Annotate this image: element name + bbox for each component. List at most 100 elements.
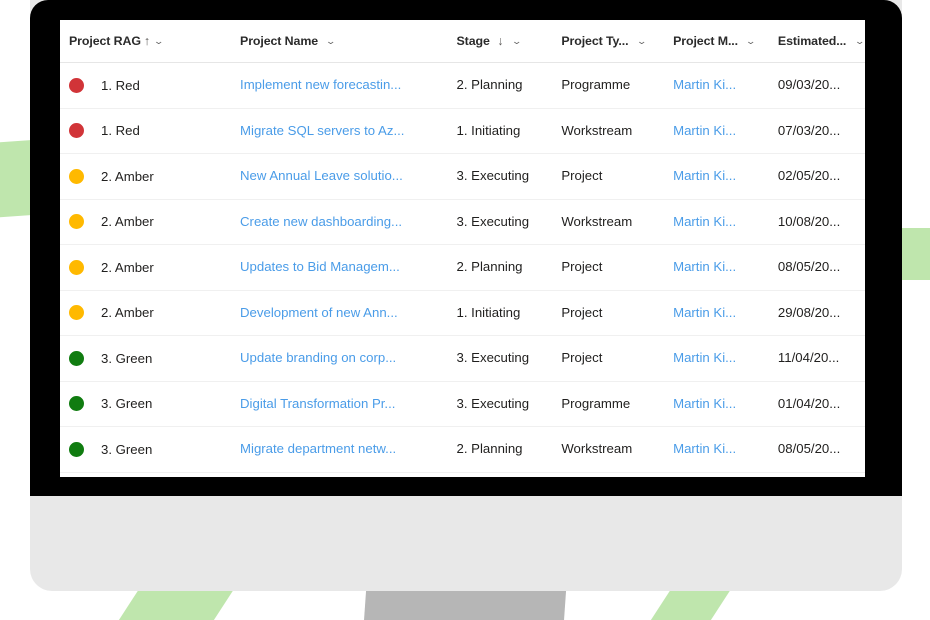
chevron-down-icon[interactable]: ⌄ bbox=[746, 36, 757, 47]
cell-project-manager[interactable]: Martin Ki... bbox=[673, 167, 778, 185]
project-type-value: Workstream bbox=[561, 441, 633, 457]
cell-project-rag: 3. Green bbox=[69, 396, 240, 412]
table-row[interactable]: 2. Amber New Annual Leave solutio... 3. Ex… bbox=[60, 154, 865, 200]
cell-estimated-date: 29/08/20... bbox=[778, 304, 865, 322]
cell-estimated-date: 07/03/20... bbox=[778, 122, 865, 140]
project-manager-link[interactable]: Martin Ki... bbox=[673, 168, 736, 183]
rag-status-dot-icon bbox=[69, 168, 84, 184]
estimated-date-value: 10/08/20... bbox=[777, 213, 841, 229]
chevron-down-icon[interactable]: ⌄ bbox=[326, 36, 337, 47]
sort-ascending-icon[interactable]: ↑ bbox=[144, 34, 150, 48]
table-row[interactable]: 1. Red Migrate SQL servers to Az... 1. Ini… bbox=[60, 109, 865, 154]
project-name-link[interactable]: Updates to Bid Managem... bbox=[240, 259, 400, 274]
cell-stage: 3. Executing bbox=[457, 349, 562, 367]
cell-project-manager[interactable]: Martin Ki... bbox=[673, 304, 778, 322]
cell-project-type: Project bbox=[561, 304, 673, 322]
rag-label: 2. Amber bbox=[101, 305, 154, 321]
table-row[interactable]: 3. Green Update branding on corp... 3. Exe… bbox=[60, 336, 865, 382]
cell-project-name[interactable]: Development of new Ann... bbox=[240, 304, 456, 322]
chevron-down-icon[interactable]: ⌄ bbox=[854, 36, 865, 47]
column-header-label: Project Ty... bbox=[561, 34, 629, 48]
project-manager-link[interactable]: Martin Ki... bbox=[673, 123, 736, 138]
cell-estimated-date: 09/03/20... bbox=[778, 76, 865, 94]
project-name-link[interactable]: Migrate SQL servers to Az... bbox=[240, 123, 404, 138]
table-row[interactable]: 3. Green Migrate department netw... 2. Pla… bbox=[60, 427, 865, 473]
table-row[interactable]: 1. Red Implement new forecastin... 2. Plan… bbox=[60, 63, 865, 109]
cell-project-name[interactable]: Update branding on corp... bbox=[240, 349, 456, 367]
cell-project-type: Project bbox=[561, 349, 673, 367]
rag-label: 3. Green bbox=[101, 350, 153, 366]
project-manager-link[interactable]: Martin Ki... bbox=[673, 396, 736, 411]
cell-project-type: Workstream bbox=[561, 440, 673, 458]
rag-status-dot-icon bbox=[69, 350, 84, 366]
project-manager-link[interactable]: Martin Ki... bbox=[673, 259, 736, 274]
column-header-project-manager[interactable]: Project M... ⌄ bbox=[673, 32, 778, 50]
cell-project-rag: 2. Amber bbox=[69, 259, 240, 275]
column-header-estimated-date[interactable]: Estimated... ⌄ bbox=[778, 32, 865, 50]
cell-project-rag: 1. Red bbox=[69, 77, 240, 93]
estimated-date-value: 07/03/20... bbox=[777, 122, 841, 138]
project-name-link[interactable]: Migrate department netw... bbox=[240, 441, 396, 456]
rag-status-dot-icon bbox=[69, 305, 84, 321]
cell-project-name[interactable]: Create new dashboarding... bbox=[240, 213, 456, 231]
cell-project-name[interactable]: Digital Transformation Pr... bbox=[240, 395, 456, 413]
project-manager-link[interactable]: Martin Ki... bbox=[673, 77, 736, 92]
table-row[interactable]: 2. Amber Create new dashboarding... 3. Exe… bbox=[60, 200, 865, 245]
cell-project-manager[interactable]: Martin Ki... bbox=[673, 122, 778, 140]
estimated-date-value: 29/08/20... bbox=[777, 304, 841, 320]
column-header-project-rag[interactable]: Project RAG ↑ ⌄ bbox=[69, 34, 240, 48]
project-manager-link[interactable]: Martin Ki... bbox=[673, 214, 736, 229]
project-type-value: Programme bbox=[561, 77, 631, 93]
project-name-link[interactable]: New Annual Leave solutio... bbox=[240, 168, 403, 183]
cell-project-rag: 3. Green bbox=[69, 350, 240, 366]
chevron-down-icon[interactable]: ⌄ bbox=[511, 36, 522, 47]
rag-status-dot-icon bbox=[69, 441, 84, 457]
rag-label: 1. Red bbox=[101, 123, 140, 139]
column-header-project-name[interactable]: Project Name ⌄ bbox=[240, 32, 456, 50]
table-row[interactable]: 2. Amber Updates to Bid Managem... 2. Plan… bbox=[60, 245, 865, 291]
rag-label: 3. Green bbox=[101, 441, 153, 457]
grid-header-row: Project RAG ↑ ⌄ Project Name ⌄ Stage ↓ ⌄… bbox=[60, 20, 865, 63]
cell-project-manager[interactable]: Martin Ki... bbox=[673, 76, 778, 94]
project-name-link[interactable]: Development of new Ann... bbox=[240, 305, 398, 320]
stage-value: 2. Planning bbox=[456, 77, 523, 93]
column-header-project-type[interactable]: Project Ty... ⌄ bbox=[561, 32, 673, 50]
cell-stage: 2. Planning bbox=[457, 258, 562, 276]
table-row[interactable]: 3. Green Digital Transformation Pr... 3. E… bbox=[60, 382, 865, 427]
estimated-date-value: 09/03/20... bbox=[777, 77, 841, 93]
cell-project-manager[interactable]: Martin Ki... bbox=[673, 258, 778, 276]
monitor-stand bbox=[363, 591, 567, 620]
cell-stage: 2. Planning bbox=[457, 76, 562, 94]
table-row[interactable]: 2. Amber Development of new Ann... 1. Init… bbox=[60, 291, 865, 336]
project-manager-link[interactable]: Martin Ki... bbox=[673, 305, 736, 320]
cell-project-manager[interactable]: Martin Ki... bbox=[673, 395, 778, 413]
cell-project-name[interactable]: Implement new forecastin... bbox=[240, 76, 456, 94]
cell-stage: 3. Executing bbox=[457, 395, 562, 413]
column-header-label: Project RAG bbox=[69, 34, 141, 48]
cell-project-name[interactable]: Migrate department netw... bbox=[240, 440, 456, 458]
cell-project-name[interactable]: Migrate SQL servers to Az... bbox=[240, 122, 456, 140]
cell-project-manager[interactable]: Martin Ki... bbox=[673, 440, 778, 458]
column-header-stage[interactable]: Stage ↓ ⌄ bbox=[457, 32, 562, 50]
stage-value: 3. Executing bbox=[456, 350, 530, 366]
cell-project-type: Programme bbox=[561, 76, 673, 94]
chevron-down-icon[interactable]: ⌄ bbox=[636, 36, 647, 47]
rag-label: 2. Amber bbox=[101, 259, 154, 275]
rag-label: 2. Amber bbox=[101, 214, 154, 230]
project-name-link[interactable]: Update branding on corp... bbox=[240, 350, 396, 365]
sort-descending-icon[interactable]: ↓ bbox=[497, 34, 503, 48]
cell-project-type: Project bbox=[561, 167, 673, 185]
cell-project-manager[interactable]: Martin Ki... bbox=[673, 349, 778, 367]
cell-stage: 2. Planning bbox=[457, 440, 562, 458]
cell-project-name[interactable]: Updates to Bid Managem... bbox=[240, 258, 456, 276]
project-name-link[interactable]: Create new dashboarding... bbox=[240, 214, 402, 229]
project-name-link[interactable]: Digital Transformation Pr... bbox=[240, 396, 395, 411]
project-name-link[interactable]: Implement new forecastin... bbox=[240, 77, 401, 92]
cell-project-name[interactable]: New Annual Leave solutio... bbox=[240, 167, 456, 185]
cell-estimated-date: 02/05/20... bbox=[778, 167, 865, 185]
project-manager-link[interactable]: Martin Ki... bbox=[673, 350, 736, 365]
chevron-down-icon[interactable]: ⌄ bbox=[153, 36, 164, 47]
project-type-value: Project bbox=[561, 350, 603, 366]
cell-project-manager[interactable]: Martin Ki... bbox=[673, 213, 778, 231]
project-manager-link[interactable]: Martin Ki... bbox=[673, 441, 736, 456]
